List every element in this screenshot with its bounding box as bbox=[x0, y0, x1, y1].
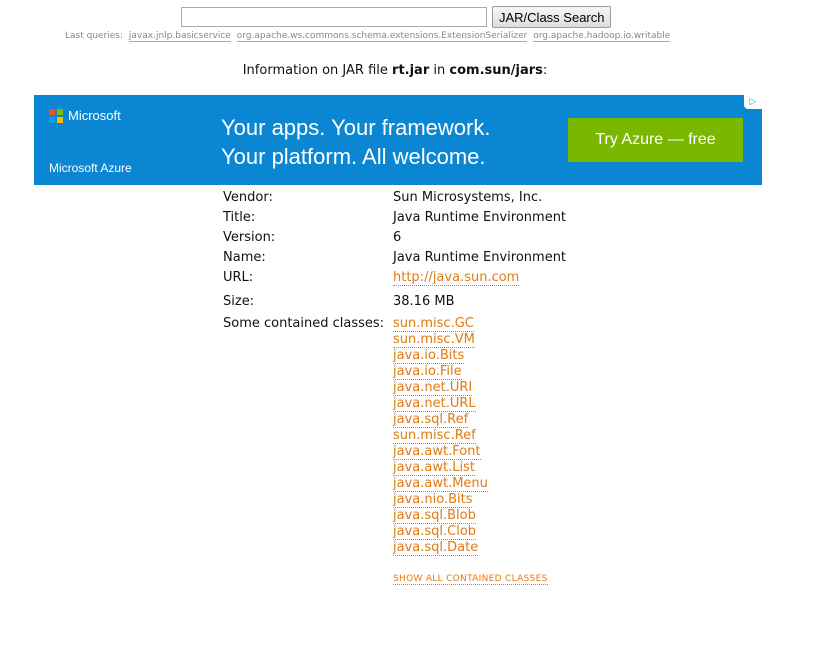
class-link[interactable]: java.awt.Font bbox=[393, 444, 481, 460]
class-link[interactable]: java.net.URI bbox=[393, 380, 473, 396]
list-item: java.sql.Ref bbox=[393, 412, 488, 428]
list-item: java.awt.List bbox=[393, 460, 488, 476]
last-query-link[interactable]: org.apache.hadoop.io.writable bbox=[533, 31, 671, 42]
list-item: java.sql.Blob bbox=[393, 508, 488, 524]
list-item: java.sql.Clob bbox=[393, 524, 488, 540]
list-item: java.net.URL bbox=[393, 396, 488, 412]
ad-tagline-line2: Your platform. All welcome. bbox=[221, 144, 486, 169]
jar-name: rt.jar bbox=[392, 63, 430, 78]
class-link[interactable]: java.net.URL bbox=[393, 396, 476, 412]
title-prefix: Information on JAR file bbox=[242, 63, 388, 78]
title-label: Title: bbox=[223, 210, 256, 225]
last-queries: Last queries: javax.jnlp.basicservice or… bbox=[65, 31, 671, 42]
microsoft-logo: Microsoft bbox=[49, 108, 121, 123]
class-link[interactable]: java.awt.Menu bbox=[393, 476, 488, 492]
classes-list: sun.misc.GC sun.misc.VM java.io.Bits jav… bbox=[393, 316, 488, 556]
vendor-label: Vendor: bbox=[223, 190, 273, 205]
ad-cta-button[interactable]: Try Azure — free bbox=[568, 118, 743, 162]
search-input[interactable] bbox=[181, 7, 487, 27]
class-link[interactable]: java.sql.Blob bbox=[393, 508, 476, 524]
list-item: java.io.File bbox=[393, 364, 488, 380]
last-query-link[interactable]: javax.jnlp.basicservice bbox=[128, 31, 231, 42]
list-item: java.sql.Date bbox=[393, 540, 488, 556]
name-value: Java Runtime Environment bbox=[393, 250, 567, 265]
class-link[interactable]: java.nio.Bits bbox=[393, 492, 473, 508]
list-item: java.io.Bits bbox=[393, 348, 488, 364]
class-link[interactable]: java.sql.Date bbox=[393, 540, 479, 556]
adchoices-icon[interactable]: ▷ bbox=[744, 95, 762, 109]
list-item: sun.misc.Ref bbox=[393, 428, 488, 444]
class-link[interactable]: java.sql.Clob bbox=[393, 524, 477, 540]
class-link[interactable]: sun.misc.GC bbox=[393, 316, 474, 332]
size-label: Size: bbox=[223, 294, 255, 309]
url-label: URL: bbox=[223, 270, 254, 285]
search-button[interactable]: JAR/Class Search bbox=[492, 6, 612, 28]
ad-tagline-line1: Your apps. Your framework. bbox=[221, 115, 491, 140]
list-item: sun.misc.VM bbox=[393, 332, 488, 348]
list-item: java.awt.Font bbox=[393, 444, 488, 460]
microsoft-logo-text: Microsoft bbox=[68, 108, 121, 123]
class-link[interactable]: java.io.File bbox=[393, 364, 462, 380]
class-link[interactable]: sun.misc.Ref bbox=[393, 428, 476, 444]
class-link[interactable]: java.io.Bits bbox=[393, 348, 465, 364]
ad-tagline: Your apps. Your framework. Your platform… bbox=[221, 113, 490, 171]
last-query-link[interactable]: org.apache.ws.commons.schema.extensions.… bbox=[236, 31, 528, 42]
ad-banner[interactable]: Microsoft Microsoft Azure Your apps. You… bbox=[34, 95, 762, 185]
list-item: java.net.URI bbox=[393, 380, 488, 396]
name-label: Name: bbox=[223, 250, 266, 265]
title-middle: in bbox=[433, 63, 446, 78]
size-value: 38.16 MB bbox=[393, 294, 455, 309]
list-item: sun.misc.GC bbox=[393, 316, 488, 332]
microsoft-logo-icon bbox=[49, 108, 63, 123]
page-title: Information on JAR file rt.jar in com.su… bbox=[0, 63, 790, 78]
last-queries-label: Last queries: bbox=[65, 31, 124, 41]
class-link[interactable]: sun.misc.VM bbox=[393, 332, 475, 348]
version-value: 6 bbox=[393, 230, 402, 245]
ad-product-name: Microsoft Azure bbox=[49, 161, 132, 175]
vendor-value: Sun Microsystems, Inc. bbox=[393, 190, 543, 205]
search-bar: JAR/Class Search bbox=[181, 6, 612, 28]
class-link[interactable]: java.awt.List bbox=[393, 460, 475, 476]
title-value: Java Runtime Environment bbox=[393, 210, 567, 225]
title-suffix: : bbox=[542, 63, 548, 78]
list-item: java.nio.Bits bbox=[393, 492, 488, 508]
jar-location: com.sun/jars bbox=[449, 63, 543, 78]
show-all-classes-link[interactable]: SHOW ALL CONTAINED CLASSES bbox=[393, 574, 548, 585]
list-item: java.awt.Menu bbox=[393, 476, 488, 492]
version-label: Version: bbox=[223, 230, 276, 245]
class-link[interactable]: java.sql.Ref bbox=[393, 412, 469, 428]
url-link[interactable]: http://java.sun.com bbox=[393, 270, 520, 286]
classes-label: Some contained classes: bbox=[223, 316, 385, 331]
